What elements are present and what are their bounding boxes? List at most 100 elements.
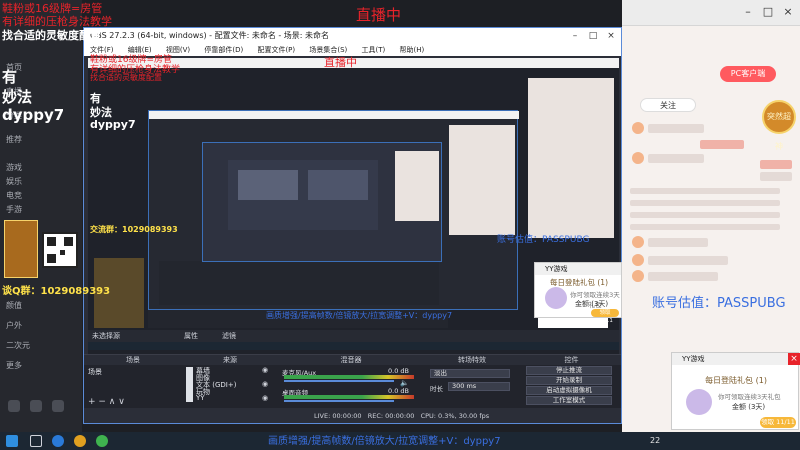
- site-left-sidebar: 首页 直播 分类 推荐 游戏 娱乐 电竞 手游 颜值 户外 二次元 更多: [0, 0, 82, 432]
- promo-banner: 画质增强/提高帧数/倍镜放大/拉宽调整+V：dyppy7: [268, 436, 501, 447]
- avatar: [632, 236, 644, 248]
- sidebar-item[interactable]: 户外: [6, 320, 22, 331]
- minimize-icon[interactable]: –: [566, 28, 584, 44]
- scene-item[interactable]: 场景: [88, 367, 102, 377]
- edge-icon[interactable]: [52, 435, 64, 447]
- sidebar-item[interactable]: 颜值: [6, 300, 22, 311]
- sidebar-item[interactable]: 手游: [6, 204, 22, 215]
- promo-text: dyppy7: [2, 106, 65, 124]
- filters-button[interactable]: 滤镜: [222, 331, 236, 341]
- task-view-icon[interactable]: [30, 435, 42, 447]
- visibility-eye-icon[interactable]: ◉: [262, 366, 268, 374]
- nested-promo-text: 找合适的灵敏度配置: [90, 73, 162, 82]
- mixer-header: 混音器: [278, 355, 424, 365]
- promo-text: 账号估值：PASSPUBG: [652, 296, 786, 311]
- popup-title: 每日登陆礼包 (1): [549, 278, 608, 287]
- duration-label: 时长: [430, 385, 443, 393]
- sidebar-item[interactable]: 二次元: [6, 340, 30, 351]
- menu-docks[interactable]: 停靠部件(D): [204, 46, 243, 54]
- studio-mode-button[interactable]: 工作室模式: [526, 396, 612, 405]
- nested-banner: 画质增强/提高帧数/倍镜放大/拉宽调整+V：dyppy7: [266, 311, 453, 320]
- nested-frame: [238, 170, 298, 200]
- virtual-camera-button[interactable]: 启动虚拟摄像机: [526, 386, 612, 395]
- volume-meter: [284, 395, 414, 399]
- chat-line: [648, 272, 718, 281]
- rec-time: REC: 00:00:00: [367, 412, 415, 420]
- follow-button[interactable]: 关注: [640, 98, 696, 112]
- stop-streaming-button[interactable]: 停止推流: [526, 366, 612, 375]
- windows-start-icon[interactable]: [6, 435, 18, 447]
- nested-capture: [228, 160, 378, 230]
- minimize-icon[interactable]: –: [740, 4, 756, 20]
- window-source-icon: [186, 395, 193, 402]
- text-source-icon: [186, 381, 193, 388]
- promo-text: 有: [2, 68, 18, 86]
- chat-line: [760, 172, 792, 181]
- popup-count: 金额 (3天): [732, 403, 766, 411]
- claim-button[interactable]: 领取 11/11: [760, 417, 796, 428]
- history-icon[interactable]: [52, 400, 64, 412]
- chat-line: [630, 200, 780, 206]
- mixer-db: 0.0 dB: [388, 367, 409, 375]
- no-source-label: 未选择源: [92, 332, 120, 340]
- nested-chat-panel: [395, 151, 439, 221]
- volume-slider[interactable]: [284, 400, 394, 402]
- close-icon[interactable]: ×: [602, 28, 620, 44]
- close-icon[interactable]: ×: [788, 353, 800, 365]
- live-time: LIVE: 00:00:00: [314, 412, 362, 420]
- image-source-icon: [186, 374, 193, 381]
- duration-input[interactable]: 300 ms: [448, 382, 510, 391]
- claim-button[interactable]: 领取 11/11: [591, 309, 619, 324]
- gift-icon: [686, 389, 712, 415]
- window-title: OBS 27.2.3 (64-bit, windows) - 配置文件: 未命名…: [90, 31, 330, 40]
- menu-help[interactable]: 帮助(H): [400, 46, 425, 54]
- popup-subtitle: 你可领取连续3天礼包: [718, 393, 781, 401]
- sidebar-item[interactable]: 电竞: [6, 190, 22, 201]
- sources-header: 来源: [182, 355, 278, 365]
- promo-text: 找合适的灵敏度配置: [2, 29, 101, 42]
- maximize-icon[interactable]: □: [584, 28, 602, 44]
- pc-client-button[interactable]: PC客户端: [720, 66, 776, 82]
- nested-qq-text: 交流群：1029089393: [90, 225, 178, 234]
- nested-obs-docks: [159, 261, 439, 305]
- chat-line: [700, 140, 744, 149]
- properties-button[interactable]: 属性: [184, 331, 198, 341]
- scenes-header: 场景: [84, 355, 182, 365]
- menu-profile[interactable]: 配置文件(P): [257, 46, 295, 54]
- chrome-icon[interactable]: [74, 435, 86, 447]
- popup-header: YY游戏: [672, 353, 798, 365]
- sidebar-item[interactable]: 推荐: [6, 134, 22, 145]
- sidebar-item[interactable]: 游戏: [6, 162, 22, 173]
- volume-slider[interactable]: [284, 380, 394, 382]
- chat-line: [630, 212, 780, 218]
- speaker-icon[interactable]: 🔈: [400, 379, 409, 387]
- sidebar-item[interactable]: 更多: [6, 360, 22, 371]
- visibility-eye-icon[interactable]: ◉: [262, 380, 268, 388]
- nested-frame: [308, 170, 368, 200]
- avatar: [632, 122, 644, 134]
- menu-tools[interactable]: 工具(T): [362, 46, 386, 54]
- menu-scene-collection[interactable]: 场景集合(S): [309, 46, 347, 54]
- transitions-header: 转场特效: [424, 355, 520, 365]
- controls-dock: 控件 停止推流 开始录制 启动虚拟摄像机 工作室模式: [520, 354, 621, 408]
- add-scene-icon[interactable]: + − ∧ ∨: [88, 397, 125, 407]
- nested-promo-text: dyppy7: [90, 118, 136, 131]
- promo-character: [4, 220, 38, 278]
- heart-icon[interactable]: [8, 400, 20, 412]
- bag-icon[interactable]: [30, 400, 42, 412]
- maximize-icon[interactable]: □: [760, 4, 776, 20]
- login-gift-popup-nested: YY游戏 每日登陆礼包 (1) 你可领取连续3天礼包 金额 (3天) 领取 11…: [534, 262, 622, 324]
- visibility-eye-icon[interactable]: ◉: [262, 394, 268, 402]
- avatar: [632, 152, 644, 164]
- sidebar-item[interactable]: 娱乐: [6, 176, 22, 187]
- transitions-dock: 转场特效 淡出 时长 300 ms: [424, 354, 520, 408]
- controls-header: 控件: [520, 355, 621, 365]
- wechat-icon[interactable]: [96, 435, 108, 447]
- transition-select[interactable]: 淡出: [430, 369, 510, 378]
- source-item[interactable]: YY: [196, 394, 205, 402]
- nested-live-label: 直播中: [324, 56, 357, 69]
- mixer-db: 0.0 dB: [388, 387, 409, 395]
- start-recording-button[interactable]: 开始录制: [526, 376, 612, 385]
- gift-badge[interactable]: 突然超神: [762, 100, 796, 151]
- close-icon[interactable]: ×: [780, 4, 796, 20]
